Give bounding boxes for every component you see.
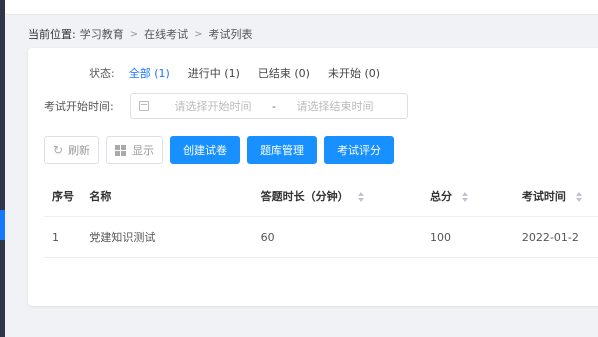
table-row[interactable]: 1 党建知识测试 60 100 2022-01-2 <box>44 217 598 258</box>
header-name: 名称 <box>89 190 112 203</box>
refresh-button[interactable]: ↻ 刷新 <box>44 136 100 164</box>
status-option-not-started[interactable]: 未开始 (0) <box>328 65 380 81</box>
chevron-right-icon: > <box>194 28 203 40</box>
header-index: 序号 <box>52 190 74 203</box>
sort-icon[interactable] <box>461 192 468 202</box>
chevron-right-icon: > <box>129 28 139 40</box>
header-score-label: 总分 <box>430 190 453 203</box>
status-filter: 状态: 全部 (1) 进行中 (1) 已结束 (0) 未开始 (0) <box>89 65 398 81</box>
display-button[interactable]: 显示 <box>106 136 164 164</box>
grid-icon <box>115 144 127 156</box>
status-option-ended[interactable]: 已结束 (0) <box>258 65 310 81</box>
display-label: 显示 <box>132 144 155 157</box>
header-duration[interactable]: 答题时长（分钟） <box>261 188 430 204</box>
date-filter: 考试开始时间: 请选择开始时间 - 请选择结束时间 <box>44 93 408 119</box>
header-score[interactable]: 总分 <box>430 188 522 204</box>
calendar-icon <box>139 101 149 111</box>
cell-index: 1 <box>52 230 59 244</box>
end-date-input[interactable]: 请选择结束时间 <box>285 98 385 114</box>
create-paper-button[interactable]: 创建试卷 <box>170 136 241 164</box>
status-option-all[interactable]: 全部 (1) <box>129 65 170 81</box>
breadcrumb-label: 当前位置: <box>28 28 76 41</box>
left-nav-strip <box>0 0 5 337</box>
date-label: 考试开始时间: <box>44 100 114 113</box>
sort-icon[interactable] <box>358 192 365 202</box>
table-header: 序号 名称 答题时长（分钟） 总分 考试时间 <box>44 176 598 217</box>
header-exam-time-label: 考试时间 <box>521 190 566 203</box>
header-duration-label: 答题时长（分钟） <box>260 190 349 203</box>
date-separator: - <box>272 99 276 113</box>
breadcrumb-item-online-exam[interactable]: 在线考试 <box>144 26 188 42</box>
header-exam-time[interactable]: 考试时间 <box>522 188 598 204</box>
exam-table: 序号 名称 答题时长（分钟） 总分 考试时间 1 党建知识测试 60 100 2… <box>44 176 598 258</box>
question-bank-button[interactable]: 题库管理 <box>247 136 318 164</box>
cell-score: 100 <box>430 230 452 244</box>
breadcrumb-item-exam-list: 考试列表 <box>208 28 253 41</box>
status-label: 状态: <box>89 67 115 80</box>
start-date-input[interactable]: 请选择开始时间 <box>163 98 263 114</box>
cell-exam-time: 2022-01-2 <box>521 230 579 244</box>
date-range-picker[interactable]: 请选择开始时间 - 请选择结束时间 <box>130 93 408 119</box>
cell-duration: 60 <box>260 230 275 244</box>
top-bar <box>5 0 598 15</box>
toolbar: ↻ 刷新 显示 创建试卷 题库管理 考试评分 <box>44 136 401 164</box>
left-nav-active-indicator <box>0 210 5 240</box>
breadcrumb-item-study[interactable]: 学习教育 <box>80 26 124 42</box>
breadcrumb: 当前位置: 学习教育 > 在线考试 > 考试列表 <box>28 26 253 42</box>
cell-name[interactable]: 党建知识测试 <box>89 229 260 245</box>
refresh-label: 刷新 <box>68 144 91 157</box>
exam-grading-button[interactable]: 考试评分 <box>324 136 395 164</box>
sort-icon[interactable] <box>575 192 582 202</box>
content-card: 状态: 全部 (1) 进行中 (1) 已结束 (0) 未开始 (0) 考试开始时… <box>28 48 598 306</box>
refresh-icon: ↻ <box>53 143 64 157</box>
status-option-ongoing[interactable]: 进行中 (1) <box>188 65 240 81</box>
